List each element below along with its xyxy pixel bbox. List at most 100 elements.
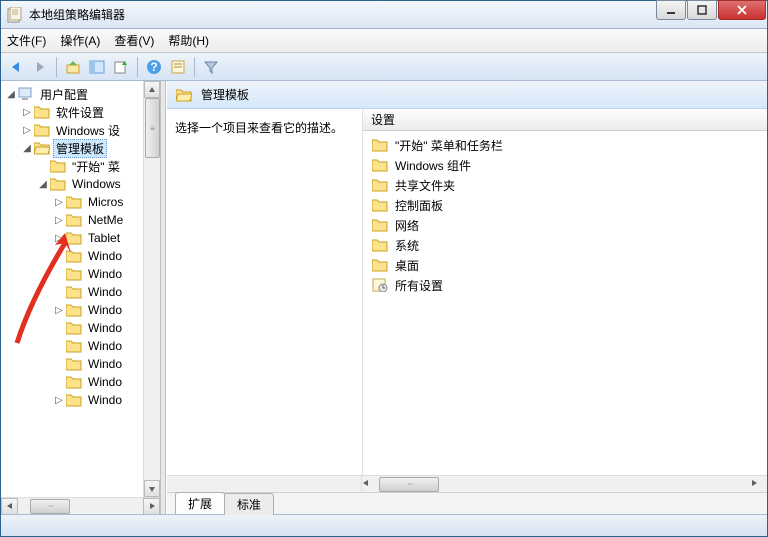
list-item-shared-folders[interactable]: 共享文件夹: [363, 175, 767, 195]
scroll-right-button[interactable]: [143, 498, 160, 515]
folder-icon: [66, 267, 82, 281]
details-header: 管理模板: [167, 81, 767, 109]
show-tree-button[interactable]: [86, 56, 108, 78]
menu-view[interactable]: 查看(V): [114, 32, 154, 49]
description-prompt: 选择一个项目来查看它的描述。: [175, 119, 354, 136]
list-item-network[interactable]: 网络: [363, 215, 767, 235]
folder-icon: [66, 357, 82, 371]
app-icon: [7, 7, 23, 23]
folder-icon: [66, 231, 82, 245]
tree-vertical-scrollbar[interactable]: ≡: [143, 81, 160, 497]
folder-icon: [372, 258, 388, 272]
tree-node[interactable]: Windo: [1, 373, 143, 391]
scrollbar-track[interactable]: ⵈ: [18, 498, 143, 514]
list-item-all-settings[interactable]: 所有设置: [363, 275, 767, 295]
tree-node[interactable]: Windo: [1, 355, 143, 373]
details-horizontal-scrollbar[interactable]: ⵈ: [167, 475, 767, 492]
tree-node[interactable]: Windo: [1, 265, 143, 283]
folder-icon: [66, 249, 82, 263]
tree-node-software-settings[interactable]: ▷软件设置: [1, 103, 143, 121]
scrollbar-thumb[interactable]: ≡: [145, 98, 160, 158]
scroll-right-button[interactable]: [750, 476, 767, 493]
content-area: ◢用户配置 ▷软件设置 ▷Windows 设 ◢管理模板 "开始" 菜 ◢Win…: [1, 81, 767, 514]
list-item-windows-components[interactable]: Windows 组件: [363, 155, 767, 175]
scroll-up-button[interactable]: [144, 81, 160, 98]
menu-help[interactable]: 帮助(H): [168, 32, 209, 49]
scrollbar-track[interactable]: ⵈ: [379, 476, 750, 493]
tree-node[interactable]: Windo: [1, 319, 143, 337]
help-button[interactable]: ?: [143, 56, 165, 78]
tree-horizontal-scrollbar[interactable]: ⵈ: [1, 497, 160, 514]
expand-icon[interactable]: ▷: [53, 233, 65, 244]
tree-view[interactable]: ◢用户配置 ▷软件设置 ▷Windows 设 ◢管理模板 "开始" 菜 ◢Win…: [1, 81, 143, 497]
app-window: 本地组策略编辑器 文件(F) 操作(A) 查看(V) 帮助(H) ?: [0, 0, 768, 537]
folder-icon: [372, 158, 388, 172]
folder-icon: [34, 105, 50, 119]
collapse-icon[interactable]: ◢: [5, 89, 17, 100]
view-tabs: 扩展 标准: [167, 492, 767, 514]
tree-node[interactable]: ▷Windo: [1, 301, 143, 319]
up-button[interactable]: [62, 56, 84, 78]
folder-icon: [372, 198, 388, 212]
toolbar-separator: [194, 57, 195, 77]
folder-icon: [372, 178, 388, 192]
folder-icon: [66, 303, 82, 317]
scrollbar-thumb[interactable]: ⵈ: [379, 477, 439, 492]
expand-icon[interactable]: ▷: [53, 395, 65, 406]
menu-file[interactable]: 文件(F): [7, 32, 46, 49]
scroll-left-button[interactable]: [362, 476, 379, 493]
tree-node[interactable]: ▷Micros: [1, 193, 143, 211]
list-item-control-panel[interactable]: 控制面板: [363, 195, 767, 215]
folder-icon: [66, 213, 82, 227]
list-item-desktop[interactable]: 桌面: [363, 255, 767, 275]
expand-icon[interactable]: ▷: [21, 107, 33, 118]
window-controls: [656, 1, 767, 28]
folder-icon: [50, 159, 66, 173]
expand-icon[interactable]: ▷: [53, 197, 65, 208]
folder-icon: [372, 218, 388, 232]
folder-open-icon: [34, 141, 50, 155]
tree-node-admin-templates[interactable]: ◢管理模板: [1, 139, 143, 157]
scroll-left-button[interactable]: [1, 498, 18, 515]
tree-node[interactable]: Windo: [1, 337, 143, 355]
scrollbar-track[interactable]: ≡: [144, 98, 160, 480]
tree-node[interactable]: ▷Windo: [1, 391, 143, 409]
tree-node[interactable]: Windo: [1, 247, 143, 265]
tab-standard[interactable]: 标准: [224, 493, 274, 515]
tree-node-windows-settings[interactable]: ▷Windows 设: [1, 121, 143, 139]
list-body[interactable]: "开始" 菜单和任务栏 Windows 组件 共享文件夹 控制面板 网络 系统 …: [363, 131, 767, 475]
tree-node[interactable]: ▷Tablet: [1, 229, 143, 247]
folder-icon: [66, 285, 82, 299]
collapse-icon[interactable]: ◢: [37, 179, 49, 190]
collapse-icon[interactable]: ◢: [21, 143, 33, 154]
tree-node[interactable]: ▷NetMe: [1, 211, 143, 229]
menu-action[interactable]: 操作(A): [60, 32, 100, 49]
description-column: 选择一个项目来查看它的描述。: [167, 109, 362, 475]
tree-node-windows-components[interactable]: ◢Windows: [1, 175, 143, 193]
tab-extended[interactable]: 扩展: [175, 492, 225, 514]
back-button[interactable]: [5, 56, 27, 78]
scrollbar-thumb[interactable]: ⵈ: [30, 499, 70, 514]
expand-icon[interactable]: ▷: [53, 305, 65, 316]
scroll-down-button[interactable]: [144, 480, 160, 497]
list-item-start-menu[interactable]: "开始" 菜单和任务栏: [363, 135, 767, 155]
maximize-button[interactable]: [687, 0, 717, 20]
forward-button[interactable]: [29, 56, 51, 78]
tree-node-user-config[interactable]: ◢用户配置: [1, 85, 143, 103]
properties-button[interactable]: [167, 56, 189, 78]
toolbar-separator: [56, 57, 57, 77]
svg-text:?: ?: [150, 60, 157, 74]
expand-icon[interactable]: ▷: [53, 215, 65, 226]
export-button[interactable]: [110, 56, 132, 78]
tree-pane: ◢用户配置 ▷软件设置 ▷Windows 设 ◢管理模板 "开始" 菜 ◢Win…: [1, 81, 161, 514]
folder-icon: [50, 177, 66, 191]
tree-node-start-menu[interactable]: "开始" 菜: [1, 157, 143, 175]
list-item-system[interactable]: 系统: [363, 235, 767, 255]
details-title: 管理模板: [201, 86, 249, 103]
expand-icon[interactable]: ▷: [21, 125, 33, 136]
filter-button[interactable]: [200, 56, 222, 78]
minimize-button[interactable]: [656, 0, 686, 20]
tree-node[interactable]: Windo: [1, 283, 143, 301]
column-header-setting[interactable]: 设置: [363, 109, 767, 131]
close-button[interactable]: [718, 0, 766, 20]
